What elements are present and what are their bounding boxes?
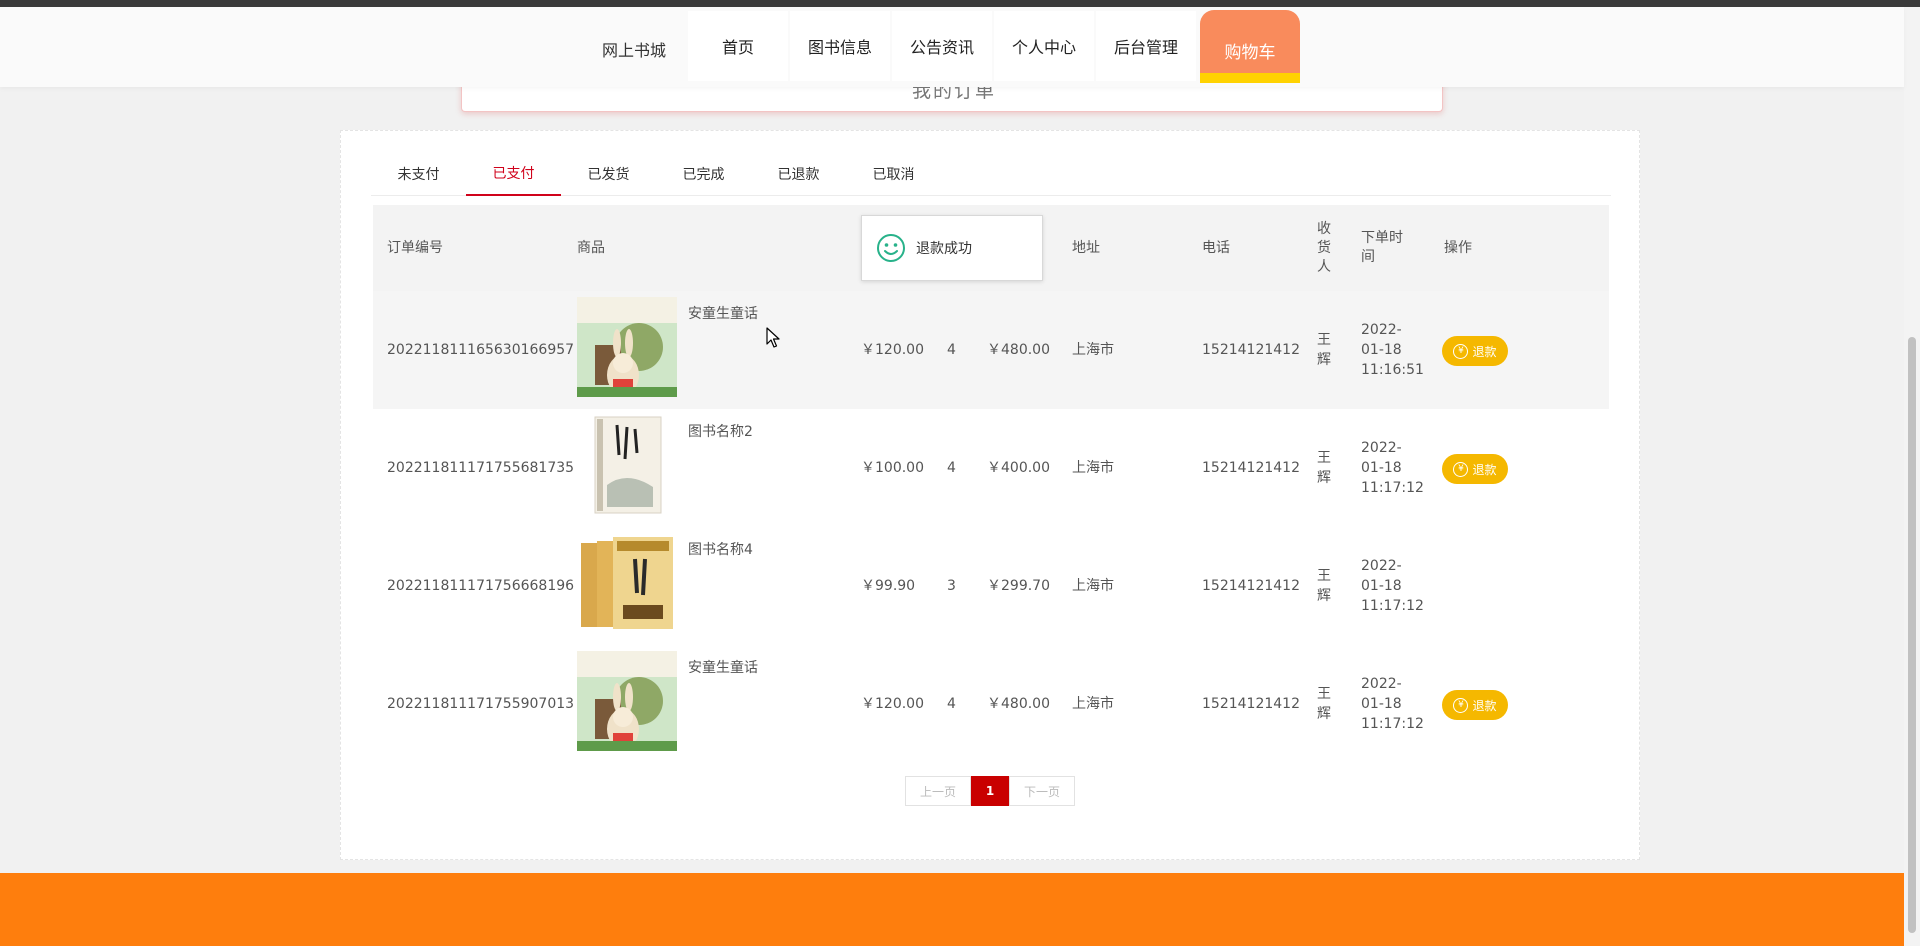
nav-announcements[interactable]: 公告资讯 — [892, 11, 992, 81]
tab-shipped[interactable]: 已发货 — [561, 151, 656, 196]
quantity: 3 — [947, 578, 956, 594]
refund-success-toast: 退款成功 — [861, 215, 1043, 281]
phone: 15214121412 — [1202, 696, 1300, 712]
top-navbar: 网上书城 首页 图书信息 公告资讯 个人中心 后台管理 购物车 — [0, 7, 1904, 87]
order-status-tabs: 未支付 已支付 已发货 已完成 已退款 已取消 — [371, 151, 1611, 196]
browser-top-strip — [0, 0, 1920, 7]
tab-completed[interactable]: 已完成 — [656, 151, 751, 196]
col-product: 商品 — [577, 239, 605, 256]
col-order-time: 下单时间 — [1361, 230, 1403, 265]
address: 上海市 — [1072, 460, 1114, 476]
product-name[interactable]: 安童生童话 — [688, 657, 758, 677]
total-price: ￥480.00 — [987, 696, 1050, 712]
page-1-button[interactable]: 1 — [971, 776, 1009, 806]
phone: 15214121412 — [1202, 578, 1300, 594]
order-time: 2022- 01-18 11:16:51 — [1361, 322, 1424, 378]
nav-home[interactable]: 首页 — [688, 11, 788, 81]
prev-page-button[interactable]: 上一页 — [905, 776, 971, 806]
toast-message: 退款成功 — [916, 241, 972, 257]
order-id: 202211811171755681735 — [387, 460, 575, 476]
book-cover-image — [577, 297, 677, 397]
nav-personal-center[interactable]: 个人中心 — [994, 11, 1094, 81]
phone: 15214121412 — [1202, 460, 1300, 476]
table-row: 202211811171755681735 图书名称2 ￥100.00 4 ￥400.0… — [373, 409, 1609, 527]
order-id: 202211811171755907013 — [387, 696, 575, 712]
quantity: 4 — [947, 696, 956, 712]
price: ￥99.90 — [861, 578, 916, 594]
refund-label: 退款 — [1472, 698, 1497, 713]
order-time: 2022- 01-18 11:17:12 — [1361, 676, 1424, 732]
nav-cart[interactable]: 购物车 — [1200, 10, 1300, 83]
refund-button[interactable]: ¥ 退款 — [1442, 454, 1508, 484]
total-price: ￥299.70 — [987, 578, 1050, 594]
col-receiver: 收货人 — [1317, 220, 1331, 275]
receiver: 王辉 — [1317, 450, 1331, 486]
address: 上海市 — [1072, 342, 1114, 358]
mouse-cursor-icon — [766, 327, 780, 348]
nav-admin[interactable]: 后台管理 — [1096, 11, 1196, 81]
receiver: 王辉 — [1317, 568, 1331, 604]
table-row: 202211811171756668196 图书名称4 ￥99.90 3 ￥299.70… — [373, 527, 1609, 645]
quantity: 4 — [947, 460, 956, 476]
pagination: 上一页 1 下一页 — [905, 776, 1075, 806]
yen-icon: ¥ — [1453, 343, 1469, 359]
col-phone: 电话 — [1202, 239, 1230, 256]
refund-button[interactable]: ¥ 退款 — [1442, 336, 1508, 366]
yen-icon: ¥ — [1453, 461, 1469, 477]
price: ￥100.00 — [861, 460, 924, 476]
product-name[interactable]: 图书名称4 — [688, 539, 753, 559]
product-name[interactable]: 图书名称2 — [688, 421, 753, 441]
address: 上海市 — [1072, 578, 1114, 594]
book-cover-image — [581, 537, 673, 629]
table-row: 202211811171755907013 安童生童话 ￥120.00 4 ￥480.0… — [373, 645, 1609, 763]
tab-refunded[interactable]: 已退款 — [751, 151, 846, 196]
tab-paid[interactable]: 已支付 — [466, 151, 561, 196]
table-row: 202211811165630166957 安童生童话 ￥120.00 4 ￥480.0… — [373, 291, 1609, 409]
col-action: 操作 — [1444, 239, 1472, 256]
receiver: 王辉 — [1317, 332, 1331, 368]
refund-button[interactable]: ¥ 退款 — [1442, 690, 1508, 720]
smile-icon — [877, 234, 905, 262]
nav-book-info[interactable]: 图书信息 — [790, 11, 890, 81]
total-price: ￥480.00 — [987, 342, 1050, 358]
order-time: 2022- 01-18 11:17:12 — [1361, 440, 1424, 496]
order-id: 202211811165630166957 — [387, 342, 575, 358]
price: ￥120.00 — [861, 696, 924, 712]
refund-label: 退款 — [1472, 462, 1497, 477]
price: ￥120.00 — [861, 342, 924, 358]
page-scrollbar[interactable] — [1904, 7, 1920, 946]
phone: 15214121412 — [1202, 342, 1300, 358]
next-page-button[interactable]: 下一页 — [1009, 776, 1075, 806]
page-footer — [0, 873, 1904, 946]
order-time: 2022- 01-18 11:17:12 — [1361, 558, 1424, 614]
site-brand[interactable]: 网上书城 — [602, 37, 666, 61]
refund-label: 退款 — [1472, 344, 1497, 359]
receiver: 王辉 — [1317, 686, 1331, 722]
tab-cancelled[interactable]: 已取消 — [846, 151, 941, 196]
total-price: ￥400.00 — [987, 460, 1050, 476]
quantity: 4 — [947, 342, 956, 358]
order-id: 202211811171756668196 — [387, 578, 575, 594]
book-cover-image — [577, 651, 677, 751]
book-cover-image — [594, 416, 662, 514]
address: 上海市 — [1072, 696, 1114, 712]
yen-icon: ¥ — [1453, 697, 1469, 713]
tab-unpaid[interactable]: 未支付 — [371, 151, 466, 196]
col-order-id: 订单编号 — [387, 239, 443, 256]
product-name[interactable]: 安童生童话 — [688, 303, 758, 323]
scrollbar-thumb[interactable] — [1908, 337, 1916, 933]
col-address: 地址 — [1072, 239, 1100, 256]
